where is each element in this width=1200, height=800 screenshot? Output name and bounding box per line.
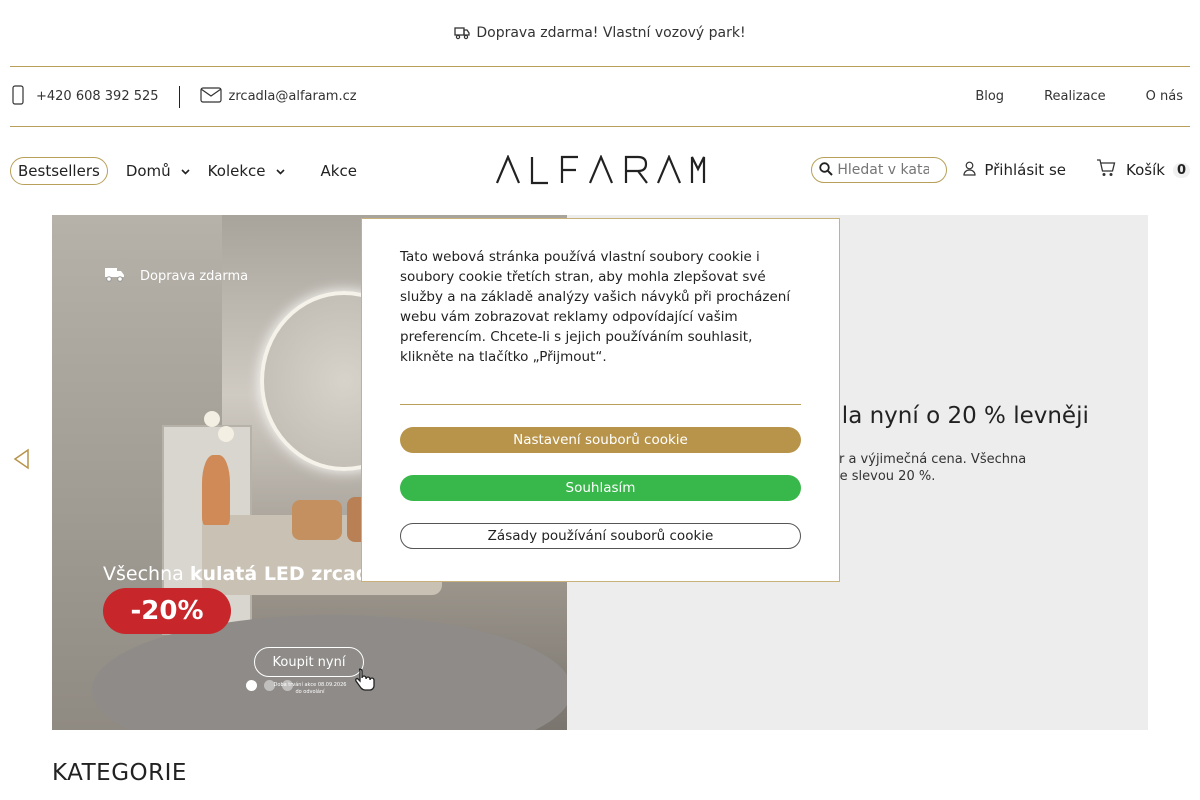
discount-badge: -20% <box>103 588 231 634</box>
free-delivery-label: Doprava zdarma <box>140 268 249 284</box>
top-links: Blog Realizace O nás <box>975 89 1183 104</box>
truck-icon <box>104 265 126 287</box>
slider-dot[interactable] <box>246 680 257 691</box>
chevron-down-icon <box>275 165 285 178</box>
cart-icon <box>1096 159 1116 181</box>
email-address: zrcadla@alfaram.cz <box>228 89 357 104</box>
search-box[interactable] <box>811 157 948 183</box>
user-icon <box>963 161 976 180</box>
nav-item-kolekce[interactable]: Kolekce <box>208 162 285 180</box>
phone-link[interactable]: +420 608 392 525 <box>12 84 159 109</box>
announcement-bar: Doprava zdarma! Vlastní vozový park! <box>10 0 1190 67</box>
email-link[interactable]: zrcadla@alfaram.cz <box>199 86 357 107</box>
cookie-settings-button[interactable]: Nastavení souborů cookie <box>400 427 801 453</box>
cart-label: Košík <box>1126 161 1165 179</box>
login-label: Přihlásit se <box>984 161 1067 179</box>
cookie-agree-button[interactable]: Souhlasím <box>400 475 801 501</box>
chevron-down-icon <box>181 165 190 178</box>
announcement-text: Doprava zdarma! Vlastní vozový park! <box>476 25 746 41</box>
headline-bold: kulatá LED zrcadla <box>189 563 389 585</box>
truck-icon <box>454 26 471 40</box>
headline-normal: Všechna <box>103 563 190 585</box>
slide-headline: Všechna kulatá LED zrcadla <box>103 563 389 585</box>
search-icon <box>819 161 834 180</box>
cart-count-badge: 0 <box>1172 162 1190 178</box>
nav-item-label: Kolekce <box>207 162 266 180</box>
link-blog[interactable]: Blog <box>975 89 1004 104</box>
link-realizace[interactable]: Realizace <box>1044 89 1106 104</box>
contact-bar: +420 608 392 525 zrcadla@alfaram.cz Blog… <box>10 67 1190 127</box>
buy-now-button[interactable]: Koupit nyní <box>254 647 364 677</box>
bestsellers-button[interactable]: Bestsellers <box>10 157 108 185</box>
cookie-consent-dialog: Tato webová stránka používá vlastní soub… <box>361 218 840 582</box>
hand-pointer-icon <box>352 667 378 697</box>
slider-prev-arrow-icon[interactable] <box>12 447 32 471</box>
nav-item-label: Domů <box>125 162 171 180</box>
divider <box>178 85 180 108</box>
phone-icon <box>12 84 24 109</box>
main-navigation: Bestsellers Domů Kolekce Akce Hledat v k… <box>10 127 1190 215</box>
mail-icon <box>199 86 222 107</box>
cookie-text: Tato webová stránka používá vlastní soub… <box>400 249 791 365</box>
search-input[interactable] <box>837 162 930 178</box>
divider <box>400 404 801 405</box>
phone-number: +420 608 392 525 <box>36 89 159 104</box>
nav-item-domu[interactable]: Domů <box>126 162 190 180</box>
slider-dot[interactable] <box>282 680 293 691</box>
categories-heading: KATEGORIE <box>52 760 187 786</box>
free-delivery-badge: Doprava zdarma <box>104 265 248 287</box>
cart-link[interactable]: Košík 0 <box>1096 159 1190 181</box>
slider-dot[interactable] <box>264 680 275 691</box>
slider-dots <box>246 680 293 691</box>
alfaram-logo[interactable] <box>495 154 706 189</box>
link-o-nas[interactable]: O nás <box>1146 89 1183 104</box>
login-link[interactable]: Přihlásit se <box>963 161 1066 180</box>
nav-item-akce[interactable]: Akce <box>321 162 357 180</box>
cookie-policy-button[interactable]: Zásady používání souborů cookie <box>400 523 801 549</box>
